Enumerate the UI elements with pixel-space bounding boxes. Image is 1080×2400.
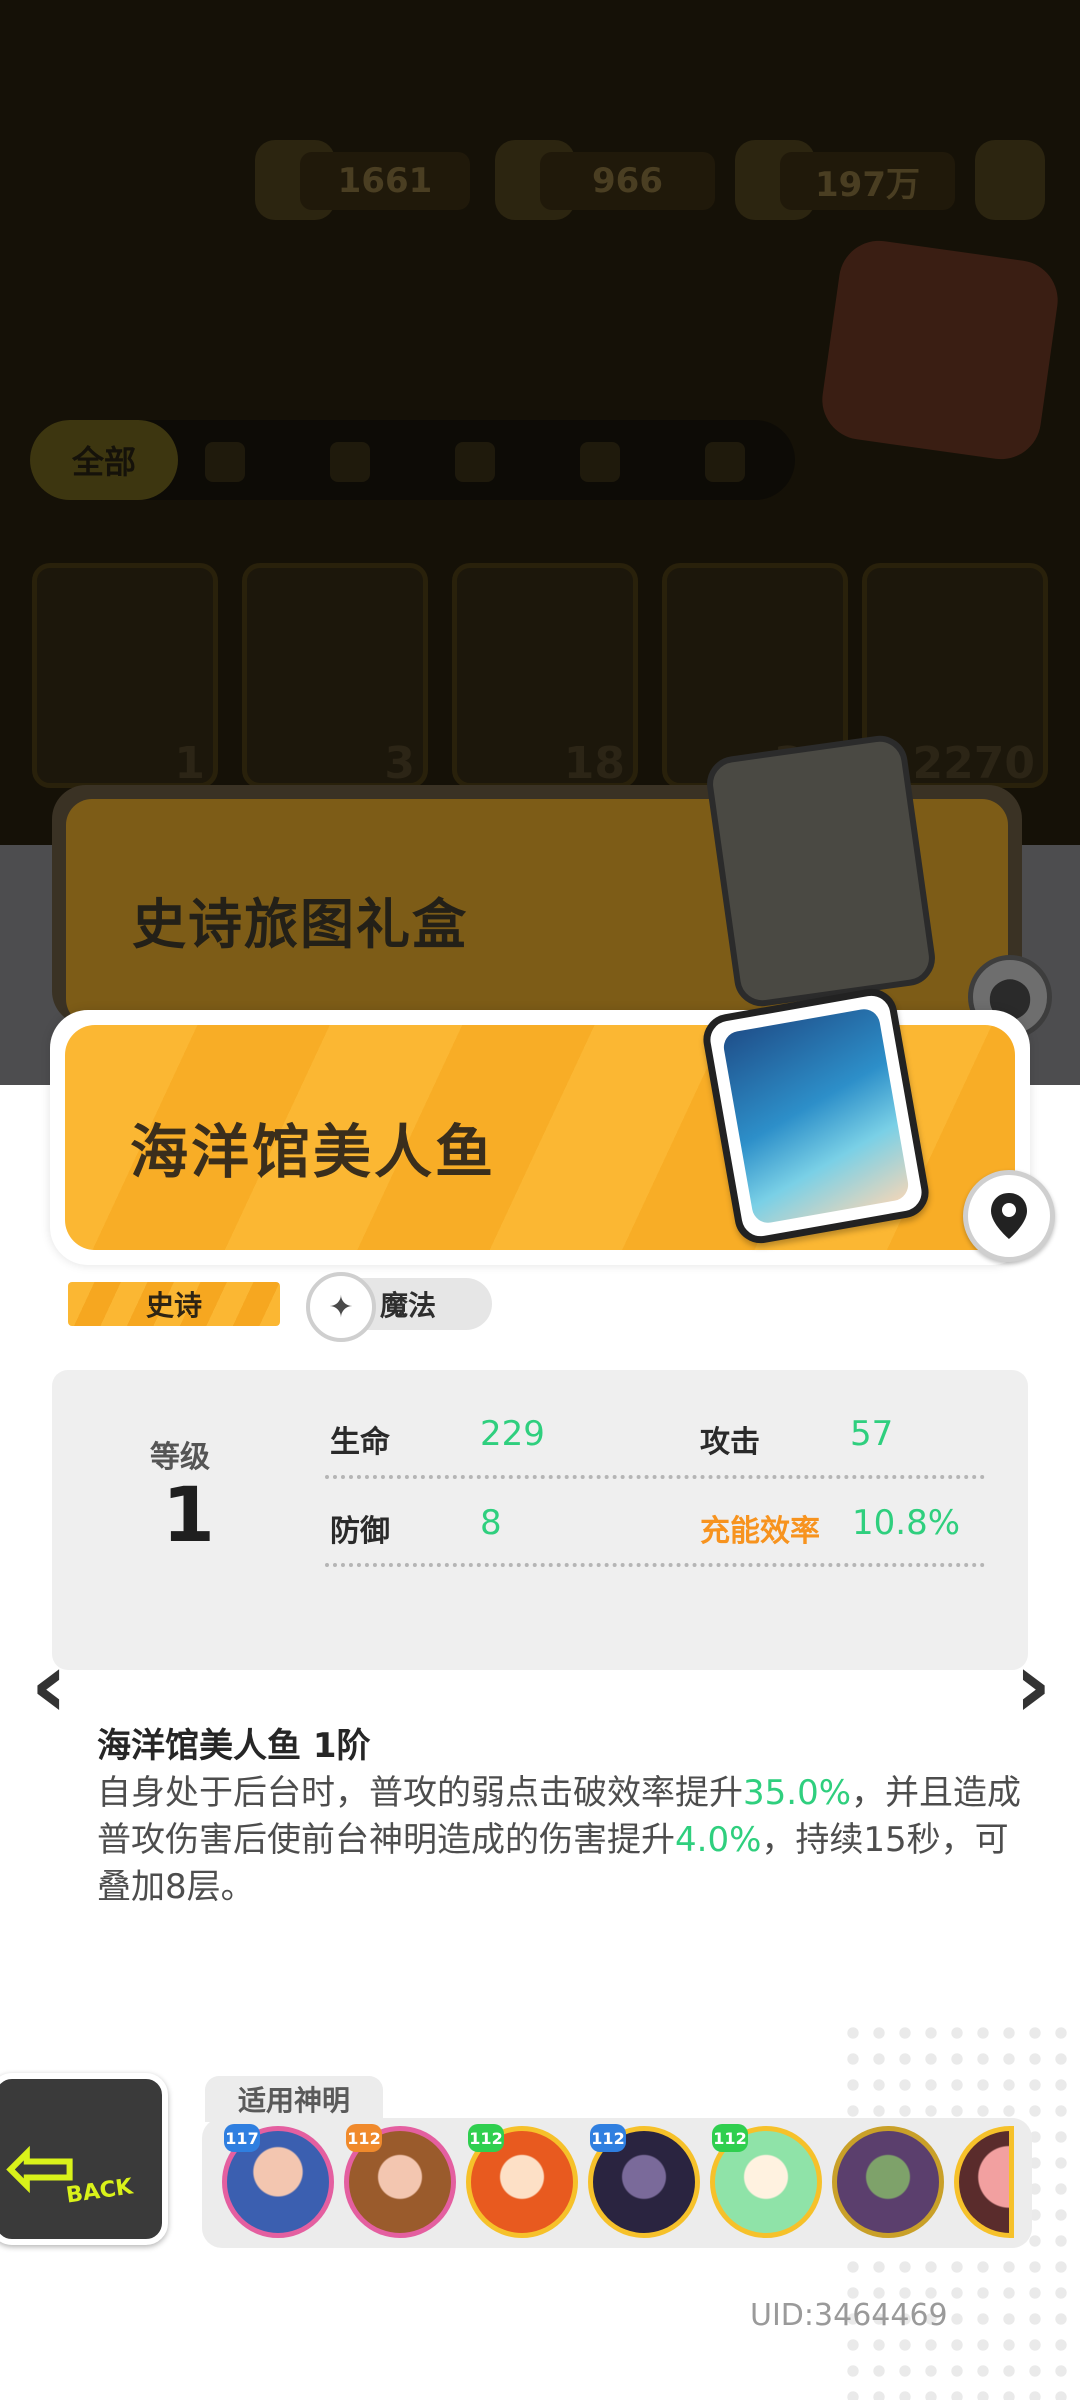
rarity-tag: 史诗: [68, 1282, 280, 1326]
hp-value: 229: [480, 1414, 545, 1454]
gift-box-title: 史诗旅图礼盒: [132, 893, 468, 956]
resource-diamond: 966: [540, 152, 715, 210]
level-value: 1: [162, 1470, 215, 1559]
energy-label: 充能效率: [700, 1514, 820, 1549]
inventory-item[interactable]: 1: [32, 563, 218, 789]
highlight-value: 4.0%: [675, 1820, 762, 1860]
location-pin-icon: [991, 1193, 1027, 1239]
inventory-item[interactable]: 18: [452, 563, 638, 789]
gift-icon[interactable]: [975, 140, 1045, 220]
god-level-badge: 112: [590, 2124, 626, 2152]
filter-card-icon[interactable]: [330, 442, 370, 482]
prev-arrow-icon[interactable]: ‹: [18, 1633, 80, 1738]
filter-potion-icon[interactable]: [455, 442, 495, 482]
filter-all-tab[interactable]: 全部: [30, 420, 178, 500]
magic-wand-icon: ✦: [306, 1272, 376, 1342]
mermaid-portrait-image: [721, 1006, 911, 1226]
uid-label: UID:3464469: [750, 2298, 948, 2333]
skill-description: 自身处于后台时，普攻的弱点击破效率提升35.0%，并且造成普攻伤害后使前台神明造…: [97, 1773, 1022, 1907]
applicable-gods-label: 适用神明: [205, 2076, 383, 2122]
def-value: 8: [480, 1503, 502, 1543]
back-button[interactable]: ⇦ BACK: [0, 2073, 168, 2245]
god-level-badge: 117: [224, 2124, 260, 2152]
atk-label: 攻击: [700, 1425, 760, 1460]
hp-label: 生命: [330, 1425, 390, 1460]
filter-chip-icon[interactable]: [705, 442, 745, 482]
resource-cash: 197万: [780, 152, 955, 210]
god-level-badge: 112: [346, 2124, 382, 2152]
skill-title: 海洋馆美人鱼 1阶: [97, 1726, 371, 1766]
travel-card-art: [703, 732, 939, 1010]
def-label: 防御: [330, 1514, 390, 1549]
highlight-value: 35.0%: [743, 1773, 852, 1813]
energy-value: 10.8%: [852, 1503, 961, 1543]
god-level-badge: 112: [712, 2124, 748, 2152]
god-level-badge: 112: [468, 2124, 504, 2152]
location-pin-button[interactable]: [963, 1170, 1055, 1262]
next-arrow-icon[interactable]: ›: [1002, 1633, 1064, 1738]
divider: [325, 1563, 985, 1567]
filter-ticket-icon[interactable]: [580, 442, 620, 482]
card-portrait: [699, 984, 933, 1248]
divider: [325, 1475, 985, 1479]
atk-value: 57: [850, 1414, 894, 1454]
card-name: 海洋馆美人鱼: [130, 1118, 497, 1186]
resource-trophy: 1661: [300, 152, 470, 210]
god-avatar[interactable]: [832, 2126, 944, 2238]
bag-icon[interactable]: [817, 235, 1063, 465]
filter-person-icon[interactable]: [205, 442, 245, 482]
inventory-item[interactable]: 3: [242, 563, 428, 789]
